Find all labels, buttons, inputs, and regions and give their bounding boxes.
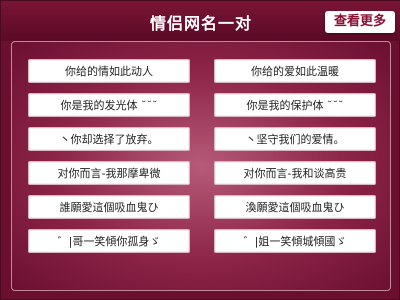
name-item-right-5[interactable]: 渙願愛這個吸血鬼ひ bbox=[214, 195, 376, 219]
name-item-right-1[interactable]: 你给的爱如此温暖 bbox=[214, 59, 376, 83]
name-item-right-2[interactable]: 你是我的保护体 ˘˘˘ bbox=[214, 93, 376, 117]
name-item-left-6[interactable]: ゛|哥一笑傾你孤身ゞ bbox=[28, 229, 190, 253]
view-more-button[interactable]: 查看更多 bbox=[325, 11, 395, 33]
name-item-left-3[interactable]: 丶你却选择了放弃。 bbox=[28, 127, 190, 151]
name-item-right-6[interactable]: ゛|姐一笑傾城傾國ゞ bbox=[214, 229, 376, 253]
header-bar: 情侣网名一对 查看更多 bbox=[1, 1, 400, 41]
names-grid: 你给的情如此动人 你给的爱如此温暖 你是我的发光体 ˘˘˘ 你是我的保护体 ˘˘… bbox=[28, 59, 376, 253]
name-item-right-3[interactable]: 丶坚守我们的爱情。 bbox=[214, 127, 376, 151]
name-item-left-2[interactable]: 你是我的发光体 ˘˘˘ bbox=[28, 93, 190, 117]
name-item-right-4[interactable]: 对你而言-我和谈高贵 bbox=[214, 161, 376, 185]
name-item-left-4[interactable]: 对你而言-我那摩卑微 bbox=[28, 161, 190, 185]
name-item-left-5[interactable]: 誰願愛這個吸血鬼ひ bbox=[28, 195, 190, 219]
name-item-left-1[interactable]: 你给的情如此动人 bbox=[28, 59, 190, 83]
app-frame: 情侣网名一对 查看更多 你给的情如此动人 你给的爱如此温暖 你是我的发光体 ˘˘… bbox=[0, 0, 400, 300]
names-panel: 你给的情如此动人 你给的爱如此温暖 你是我的发光体 ˘˘˘ 你是我的保护体 ˘˘… bbox=[11, 41, 391, 291]
